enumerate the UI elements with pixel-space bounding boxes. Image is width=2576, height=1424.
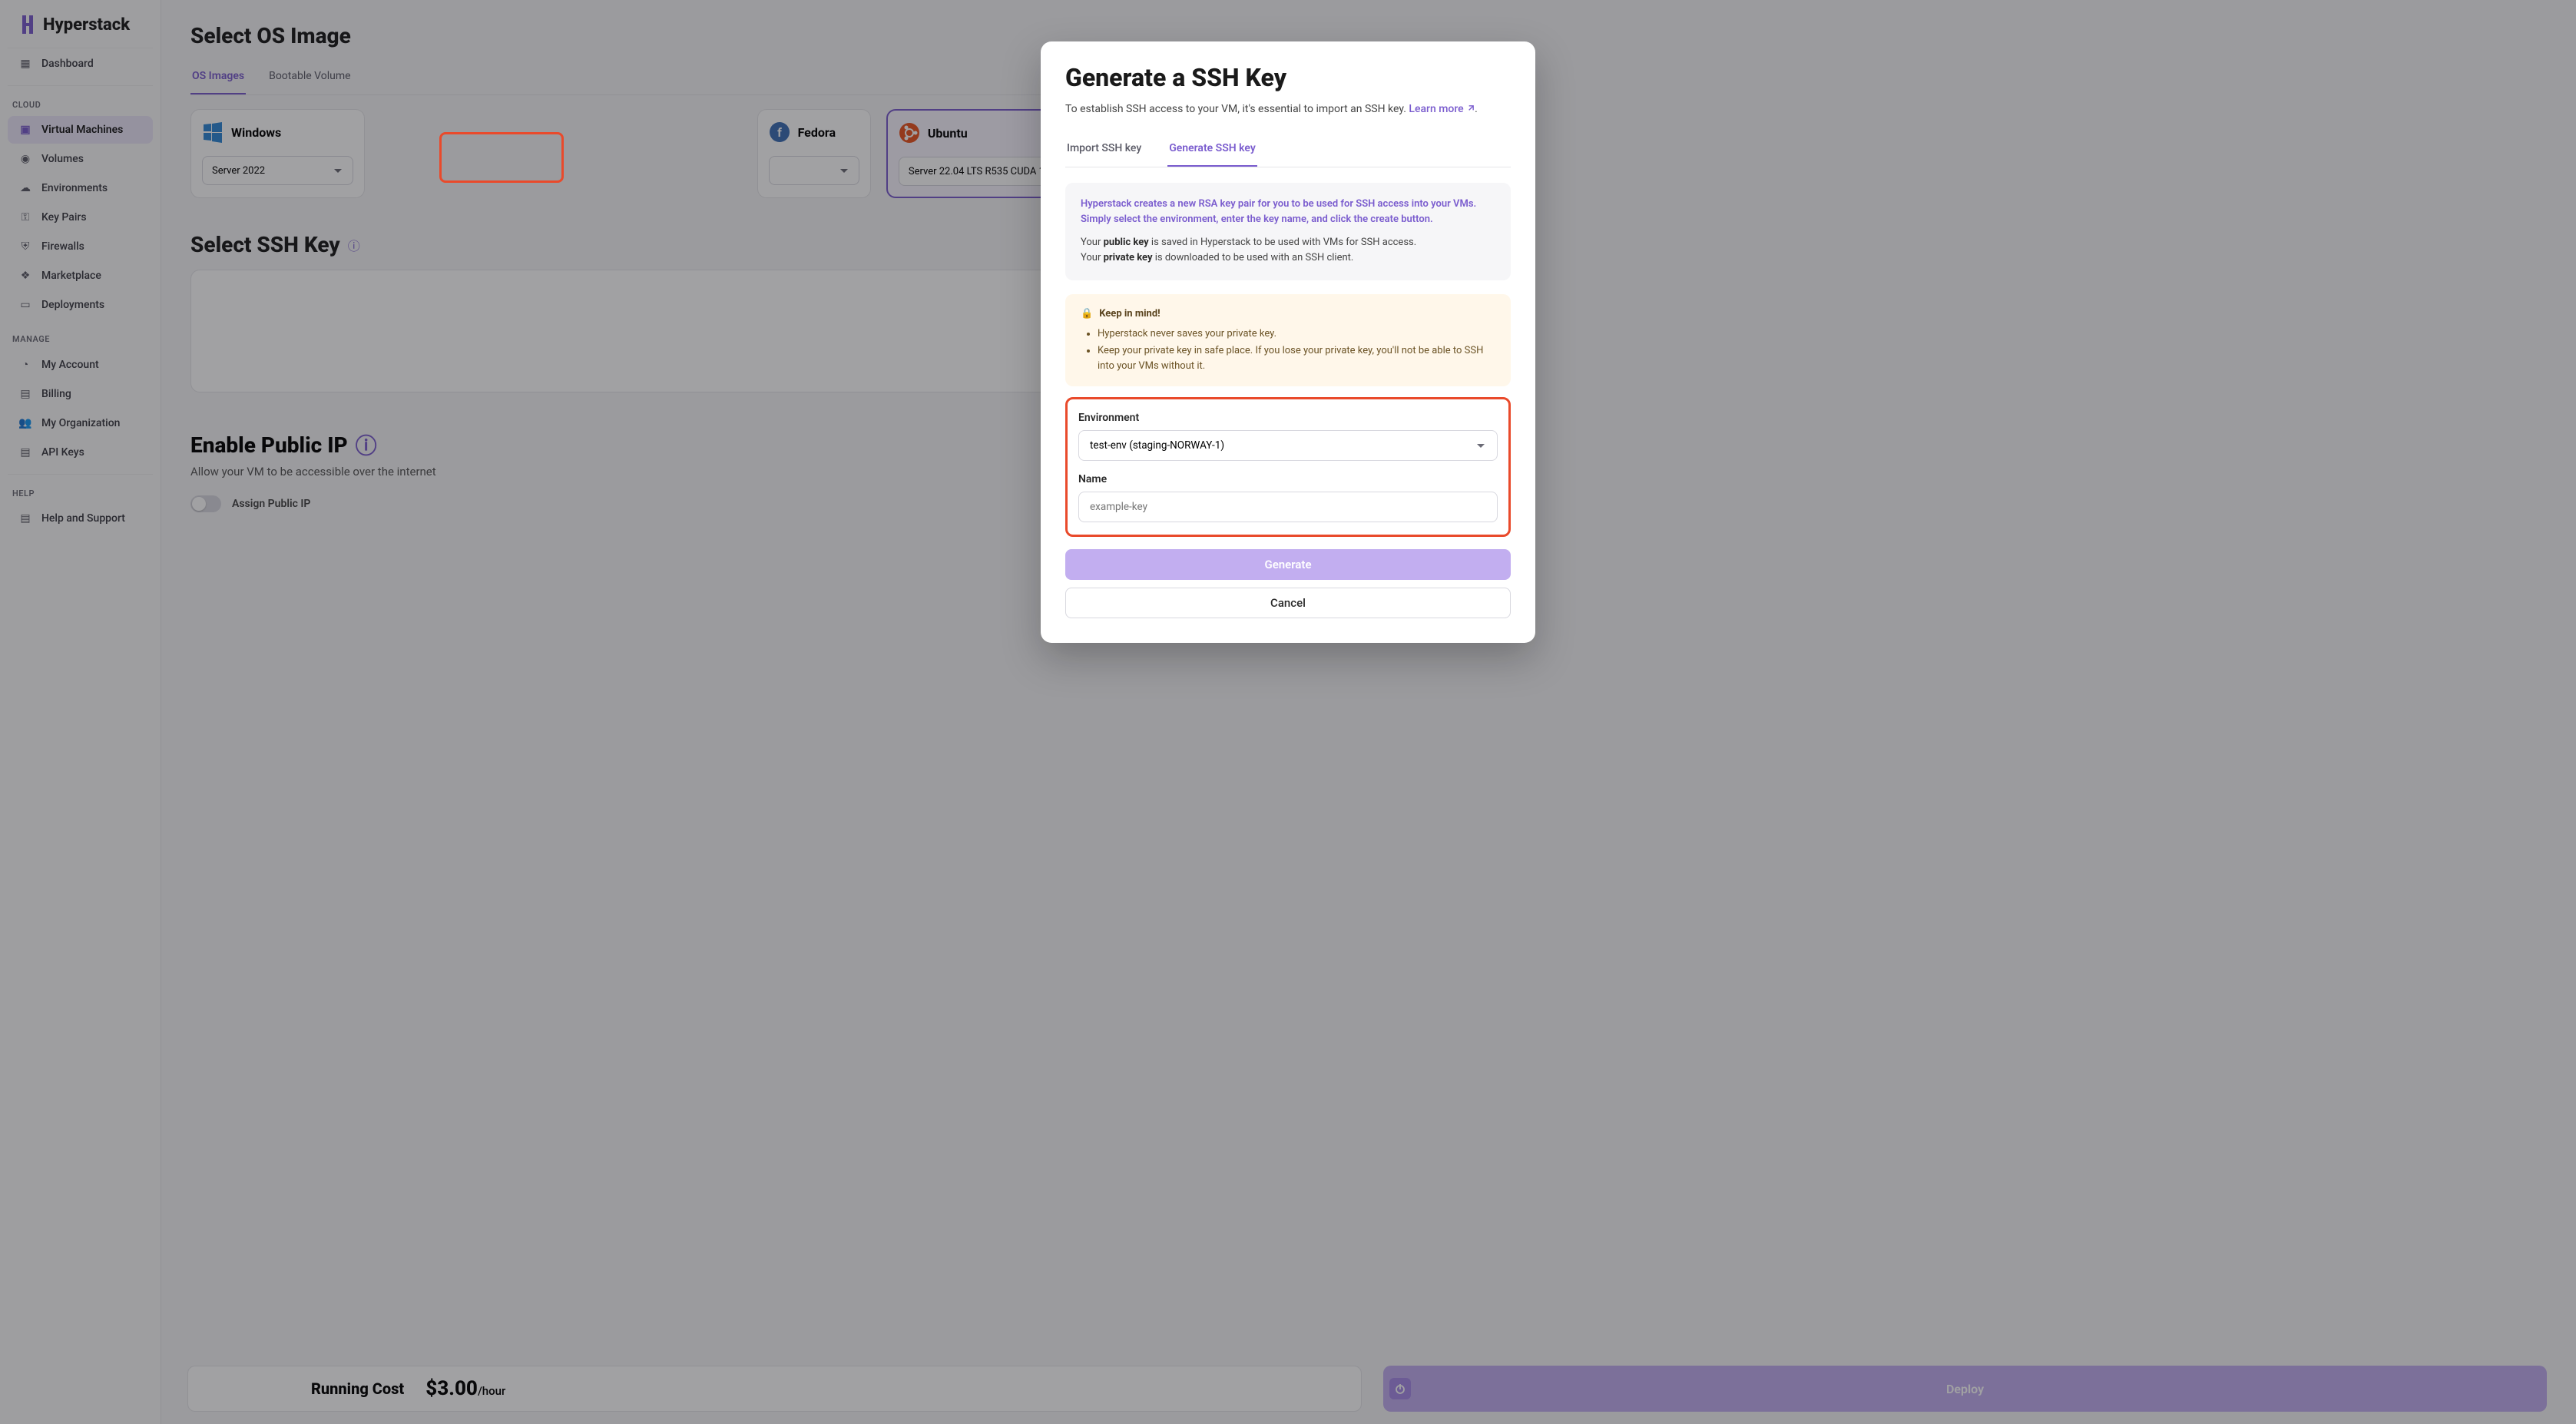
environment-label: Environment — [1078, 412, 1498, 424]
tab-generate-ssh-key[interactable]: Generate SSH key — [1167, 133, 1257, 167]
modal-subtitle: To establish SSH access to your VM, it's… — [1065, 103, 1511, 116]
modal-title: Generate a SSH Key — [1065, 63, 1511, 92]
generate-ssh-key-modal: Generate a SSH Key To establish SSH acce… — [1041, 41, 1535, 643]
info-public-key-line: Your public key is saved in Hyperstack t… — [1081, 235, 1495, 266]
modal-sub-suffix: . — [1475, 103, 1478, 115]
learn-more-label: Learn more — [1409, 103, 1463, 115]
text: Your — [1081, 252, 1104, 263]
modal-tabs: Import SSH key Generate SSH key — [1065, 133, 1511, 167]
key-name-input[interactable] — [1078, 492, 1498, 522]
select-value: test-env (staging-NORWAY-1) — [1090, 439, 1224, 452]
info-box: Hyperstack creates a new RSA key pair fo… — [1065, 183, 1511, 280]
modal-overlay[interactable]: Generate a SSH Key To establish SSH acce… — [0, 0, 2576, 1424]
cancel-button[interactable]: Cancel — [1065, 588, 1511, 618]
modal-sub-text: To establish SSH access to your VM, it's… — [1065, 103, 1409, 115]
warning-item: Keep your private key in safe place. If … — [1098, 343, 1495, 374]
text: is downloaded to be used with an SSH cli… — [1153, 252, 1354, 263]
warning-title: Keep in mind! — [1099, 306, 1160, 322]
text: Your — [1081, 237, 1104, 248]
info-rsa-text: Hyperstack creates a new RSA key pair fo… — [1081, 197, 1495, 227]
text: is saved in Hyperstack to be used with V… — [1149, 237, 1416, 248]
text-bold: private key — [1104, 252, 1153, 263]
warning-item: Hyperstack never saves your private key. — [1098, 326, 1495, 342]
external-link-icon — [1466, 104, 1475, 116]
lock-icon: 🔒 — [1081, 306, 1093, 322]
form-highlight-area: Environment test-env (staging-NORWAY-1) … — [1065, 397, 1511, 537]
warning-box: 🔒 Keep in mind! Hyperstack never saves y… — [1065, 294, 1511, 387]
learn-more-link[interactable]: Learn more — [1409, 103, 1475, 115]
tab-import-ssh-key[interactable]: Import SSH key — [1065, 133, 1143, 167]
name-label: Name — [1078, 473, 1498, 485]
text-bold: public key — [1104, 237, 1149, 248]
environment-select[interactable]: test-env (staging-NORWAY-1) — [1078, 430, 1498, 461]
generate-button[interactable]: Generate — [1065, 549, 1511, 580]
